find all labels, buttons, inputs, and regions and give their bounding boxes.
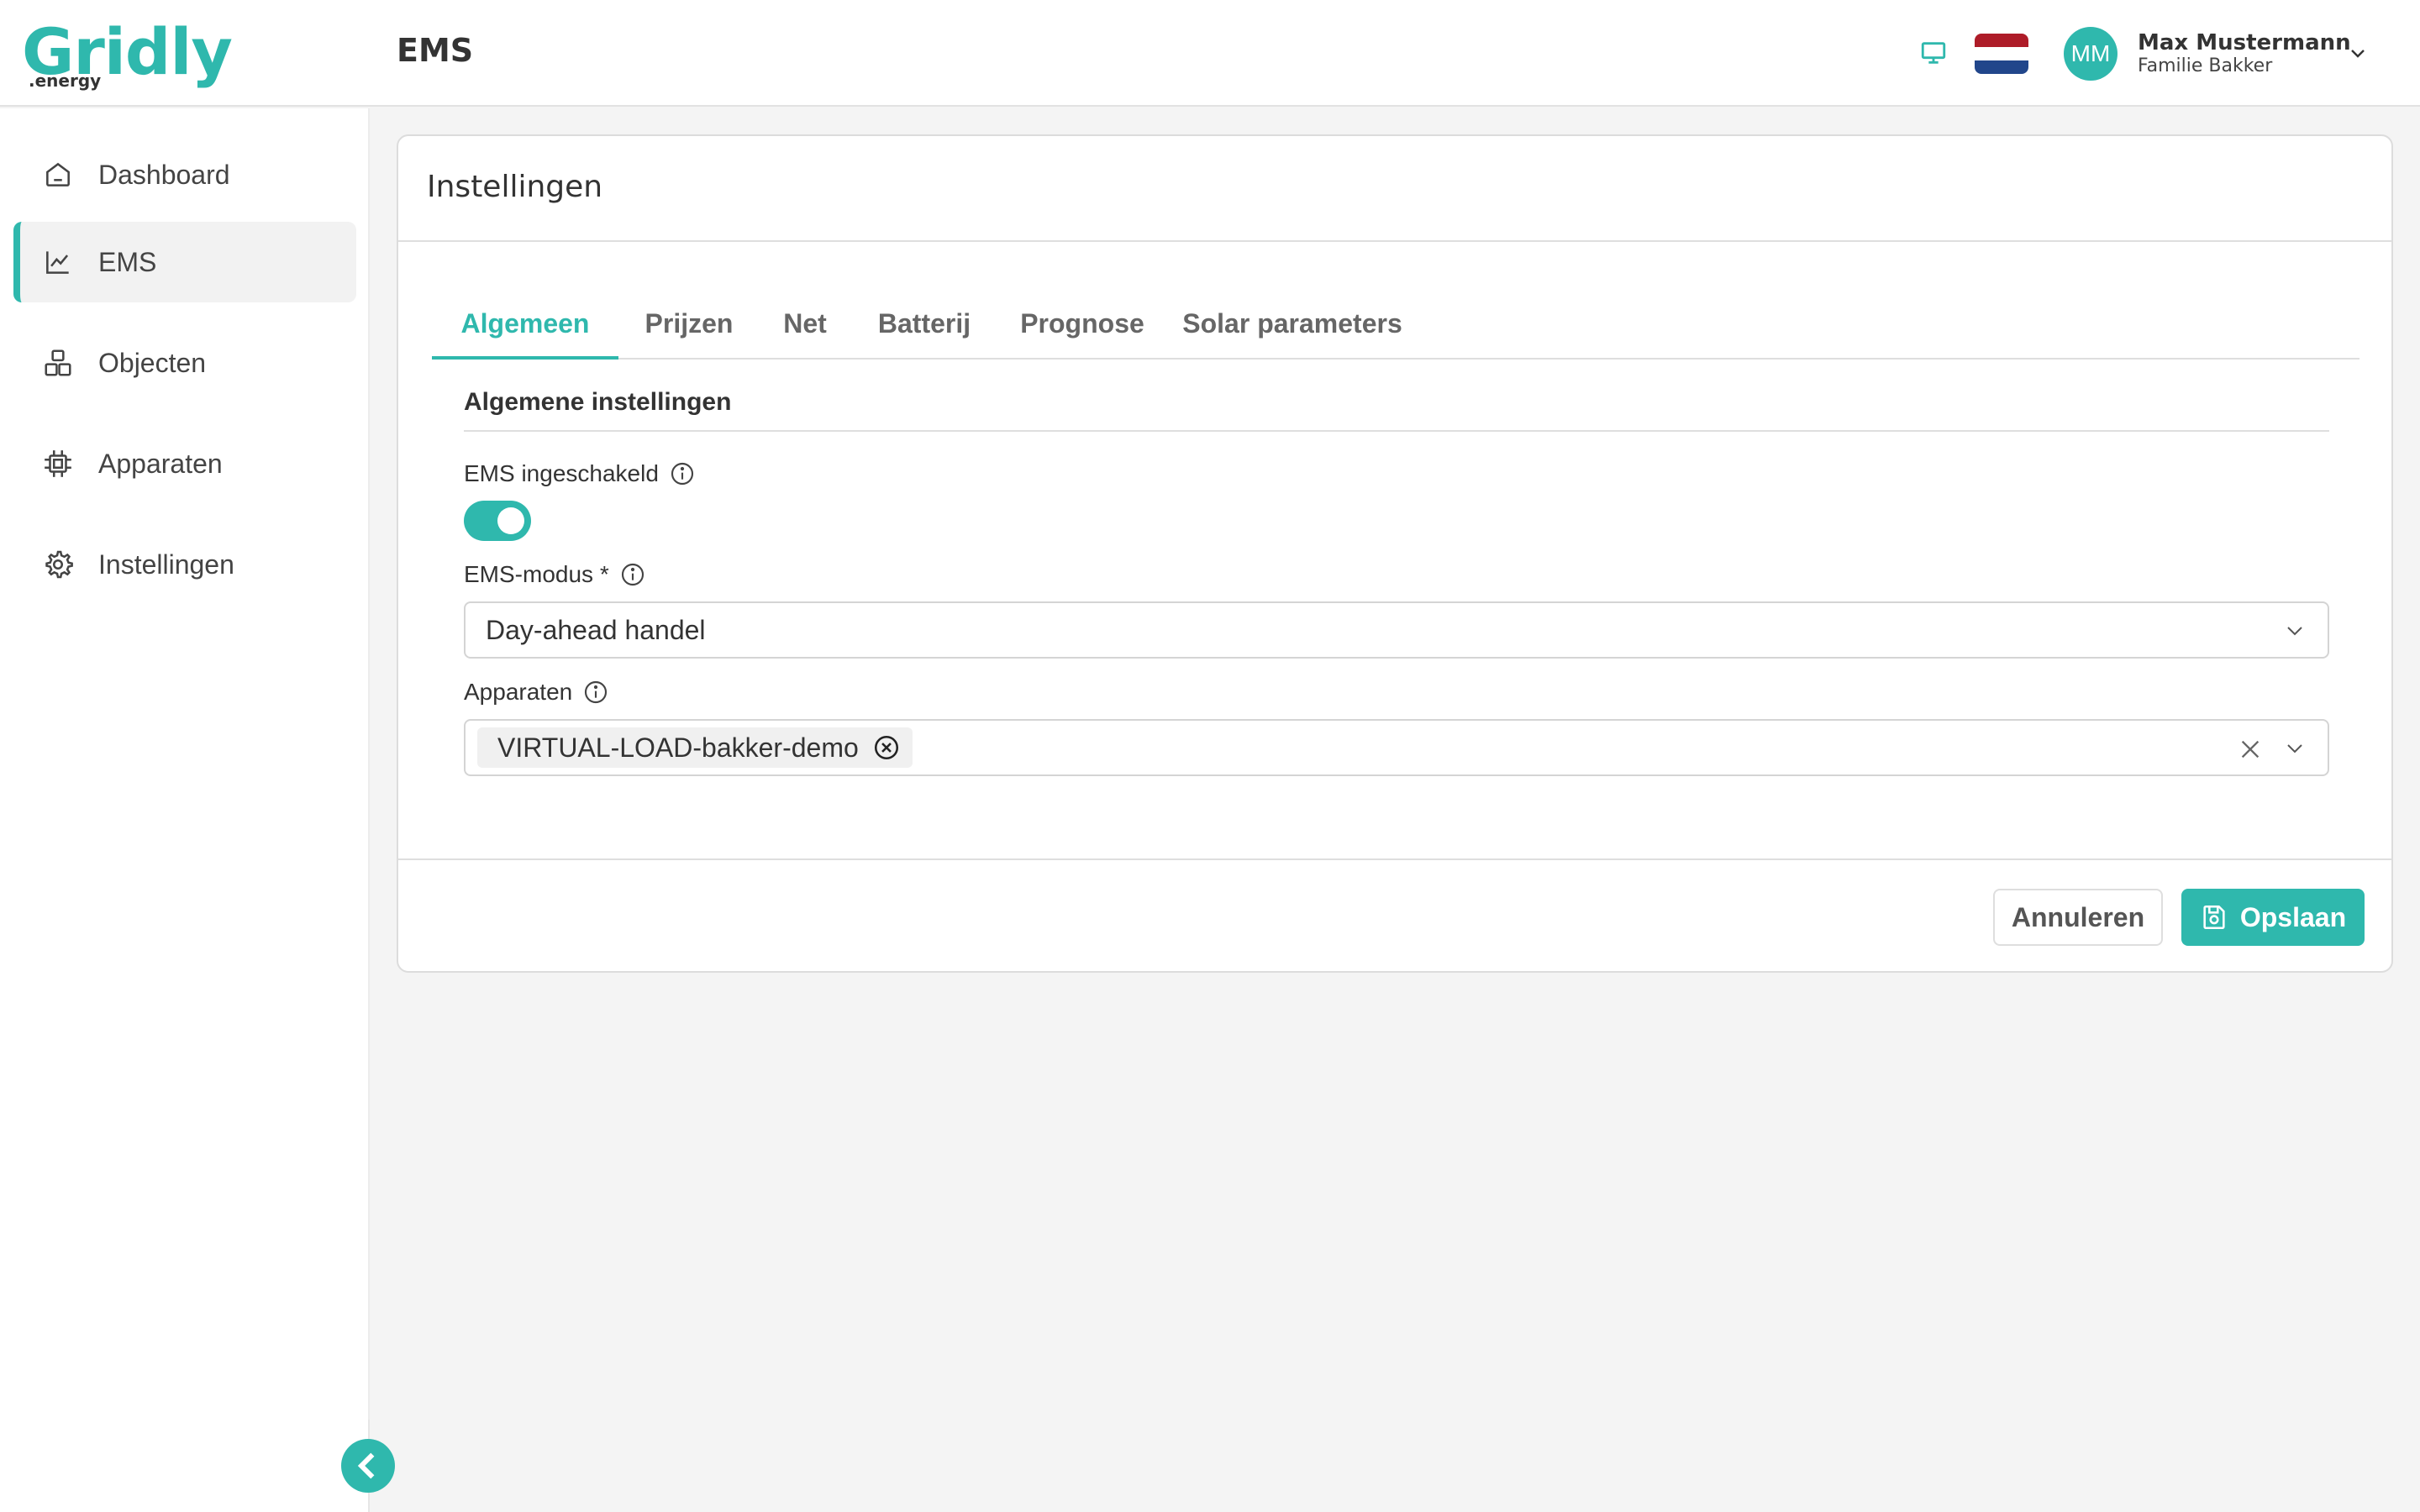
sidebar-collapse-button[interactable]: [341, 1439, 395, 1493]
cancel-button[interactable]: Annuleren: [1993, 889, 2163, 946]
sidebar-item-label: Objecten: [98, 347, 207, 378]
info-icon[interactable]: [582, 679, 609, 706]
section-divider: [464, 430, 2329, 432]
sidebar-item-label: Instellingen: [98, 549, 234, 580]
ems-mode-label-text: EMS-modus *: [464, 561, 609, 587]
chip-icon: [45, 450, 71, 477]
settings-card: Instellingen Algemeen Prijzen Net Batter…: [397, 134, 2393, 973]
logo-subtext: .energy: [29, 71, 102, 91]
user-name[interactable]: Max Mustermann: [2138, 30, 2351, 55]
sidebar-item-ems[interactable]: EMS: [13, 222, 356, 302]
chevron-left-icon: [357, 1452, 375, 1479]
devices-label: Apparaten: [464, 679, 609, 706]
clear-selection-icon[interactable]: [2238, 738, 2262, 761]
chevron-down-icon[interactable]: [2282, 739, 2307, 759]
ems-mode-select[interactable]: Day-ahead handel: [464, 601, 2329, 659]
ems-enabled-label: EMS ingeschakeld: [464, 460, 696, 487]
sidebar-item-apparaten[interactable]: Apparaten: [13, 423, 356, 504]
gear-icon: [45, 550, 73, 579]
ems-mode-label: EMS-modus *: [464, 561, 646, 588]
gridly-logo[interactable]: Gridly .energy: [22, 17, 233, 92]
ems-enabled-toggle[interactable]: [464, 501, 531, 541]
sidebar-item-instellingen[interactable]: Instellingen: [13, 524, 356, 605]
tab-batterij[interactable]: Batterij: [850, 301, 998, 360]
tab-prijzen[interactable]: Prijzen: [618, 301, 760, 360]
remove-chip-icon[interactable]: [872, 733, 901, 762]
chevron-down-icon[interactable]: [2346, 44, 2370, 64]
info-icon[interactable]: [669, 460, 696, 487]
save-button-label: Opslaan: [2239, 901, 2347, 932]
card-footer-divider: [398, 858, 2391, 860]
ems-mode-value: Day-ahead handel: [486, 615, 706, 645]
netherlands-flag-icon[interactable]: [1975, 34, 2028, 74]
avatar[interactable]: MM: [2064, 27, 2118, 81]
monitor-icon[interactable]: [1919, 39, 1948, 67]
sidebar-item-label: EMS: [98, 246, 157, 277]
ems-enabled-label-text: EMS ingeschakeld: [464, 460, 659, 486]
top-header: Gridly .energy EMS MM Max Mustermann Fam…: [0, 0, 2420, 107]
card-header-divider: [398, 240, 2391, 242]
selected-device-chip: VIRTUAL-LOAD-bakker-demo: [477, 727, 913, 768]
sidebar-item-label: Apparaten: [98, 448, 223, 479]
info-icon[interactable]: [619, 561, 646, 588]
sidebar: Dashboard EMS Objecten Apparaten Instell…: [0, 108, 370, 1512]
card-title: Instellingen: [427, 170, 603, 204]
tab-solar-parameters[interactable]: Solar parameters: [1166, 301, 1418, 360]
toggle-knob: [497, 507, 524, 534]
chart-line-icon: [46, 251, 69, 274]
tab-net[interactable]: Net: [760, 301, 850, 360]
settings-tabs: Algemeen Prijzen Net Batterij Prognose S…: [432, 301, 2360, 360]
section-title: Algemene instellingen: [464, 388, 732, 416]
sidebar-item-dashboard[interactable]: Dashboard: [13, 134, 356, 215]
chip-label: VIRTUAL-LOAD-bakker-demo: [497, 732, 859, 763]
devices-multiselect[interactable]: VIRTUAL-LOAD-bakker-demo: [464, 719, 2329, 776]
tab-prognose[interactable]: Prognose: [998, 301, 1166, 360]
page-title: EMS: [397, 32, 474, 69]
tab-algemeen[interactable]: Algemeen: [432, 301, 618, 360]
save-button[interactable]: Opslaan: [2181, 889, 2365, 946]
user-subtitle: Familie Bakker: [2138, 55, 2273, 76]
objects-icon: [45, 349, 71, 376]
sidebar-item-objecten[interactable]: Objecten: [13, 323, 356, 403]
save-icon: [2203, 905, 2225, 930]
devices-label-text: Apparaten: [464, 679, 573, 705]
sidebar-item-label: Dashboard: [98, 159, 230, 190]
chevron-down-icon: [2287, 627, 2302, 636]
home-icon: [46, 162, 70, 186]
